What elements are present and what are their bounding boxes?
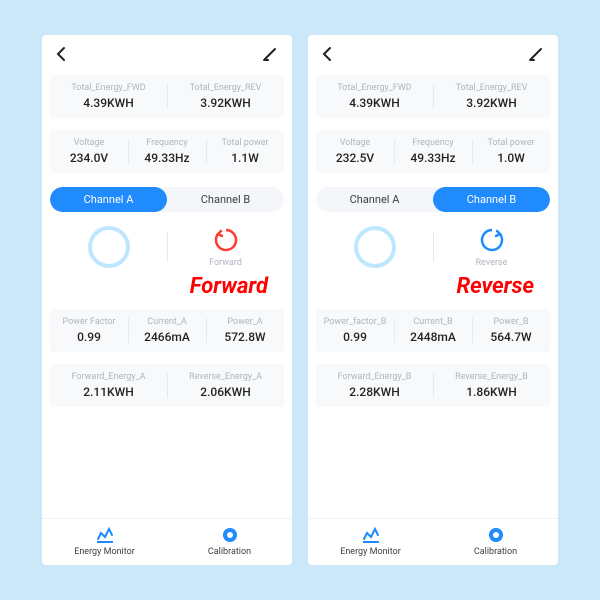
calibration-icon bbox=[220, 525, 240, 545]
reverse-arc-icon bbox=[478, 226, 506, 254]
channel-tabs: Channel A Channel B bbox=[50, 187, 284, 212]
current: Current_A 2466mA bbox=[128, 309, 206, 352]
tab-channel-a[interactable]: Channel A bbox=[50, 187, 167, 212]
back-icon[interactable] bbox=[54, 46, 70, 62]
nav-calibration[interactable]: Calibration bbox=[167, 525, 292, 557]
channel-stats-row: Power Factor 0.99 Current_A 2466mA Power… bbox=[50, 309, 284, 352]
stats-row: Voltage 234.0V Frequency 49.33Hz Total p… bbox=[50, 130, 284, 173]
forward-energy: Forward_Energy_A 2.11KWH bbox=[50, 364, 167, 407]
big-direction-label: Reverse bbox=[308, 274, 558, 301]
nav-label: Energy Monitor bbox=[340, 547, 401, 557]
power-factor: Power_factor_B 0.99 bbox=[316, 309, 394, 352]
big-direction-label: Forward bbox=[42, 274, 292, 301]
power: Power_B 564.7W bbox=[472, 309, 550, 352]
direction-label: Forward bbox=[209, 258, 242, 268]
voltage: Voltage 234.0V bbox=[50, 130, 128, 173]
current: Current_B 2448mA bbox=[394, 309, 472, 352]
value: 4.39KWH bbox=[54, 96, 163, 110]
label: Total_Energy_REV bbox=[171, 83, 280, 93]
channel-tabs: Channel A Channel B bbox=[316, 187, 550, 212]
tab-channel-b[interactable]: Channel B bbox=[433, 187, 550, 212]
channel-toggle[interactable] bbox=[316, 222, 433, 272]
total-energy-rev: Total_Energy_REV 3.92KWH bbox=[167, 75, 284, 118]
back-icon[interactable] bbox=[320, 46, 336, 62]
phone-reverse: Total_Energy_FWD 4.39KWH Total_Energy_RE… bbox=[308, 35, 558, 565]
power: Power_A 572.8W bbox=[206, 309, 284, 352]
topbar bbox=[308, 35, 558, 69]
total-power: Total power 1.1W bbox=[206, 130, 284, 173]
edit-icon[interactable] bbox=[262, 45, 280, 63]
voltage: Voltage 232.5V bbox=[316, 130, 394, 173]
reverse-energy: Reverse_Energy_A 2.06KWH bbox=[167, 364, 284, 407]
frequency: Frequency 49.33Hz bbox=[394, 130, 472, 173]
calibration-icon bbox=[486, 525, 506, 545]
direction-indicator: Forward bbox=[167, 222, 284, 272]
energy-monitor-icon bbox=[361, 525, 381, 545]
direction-indicator: Reverse bbox=[433, 222, 550, 272]
bottom-nav: Energy Monitor Calibration bbox=[42, 518, 292, 565]
total-energy-fwd: Total_Energy_FWD 4.39KWH bbox=[316, 75, 433, 118]
channel-stats-row: Power_factor_B 0.99 Current_B 2448mA Pow… bbox=[316, 309, 550, 352]
channel-energy-row: Forward_Energy_A 2.11KWH Reverse_Energy_… bbox=[50, 364, 284, 407]
forward-energy: Forward_Energy_B 2.28KWH bbox=[316, 364, 433, 407]
bottom-nav: Energy Monitor Calibration bbox=[308, 518, 558, 565]
reverse-energy: Reverse_Energy_B 1.86KWH bbox=[433, 364, 550, 407]
frequency: Frequency 49.33Hz bbox=[128, 130, 206, 173]
nav-label: Calibration bbox=[474, 547, 517, 557]
topbar bbox=[42, 35, 292, 69]
ring-icon bbox=[354, 226, 396, 268]
stats-row: Voltage 232.5V Frequency 49.33Hz Total p… bbox=[316, 130, 550, 173]
direction-row: Reverse bbox=[316, 222, 550, 272]
label: Total_Energy_FWD bbox=[54, 83, 163, 93]
value: 3.92KWH bbox=[171, 96, 280, 110]
tab-channel-b[interactable]: Channel B bbox=[167, 187, 284, 212]
totals-row: Total_Energy_FWD 4.39KWH Total_Energy_RE… bbox=[316, 75, 550, 118]
nav-energy-monitor[interactable]: Energy Monitor bbox=[42, 525, 167, 557]
totals-row: Total_Energy_FWD 4.39KWH Total_Energy_RE… bbox=[50, 75, 284, 118]
total-energy-fwd: Total_Energy_FWD 4.39KWH bbox=[50, 75, 167, 118]
nav-label: Calibration bbox=[208, 547, 251, 557]
tab-channel-a[interactable]: Channel A bbox=[316, 187, 433, 212]
edit-icon[interactable] bbox=[528, 45, 546, 63]
direction-row: Forward bbox=[50, 222, 284, 272]
nav-calibration[interactable]: Calibration bbox=[433, 525, 558, 557]
channel-toggle[interactable] bbox=[50, 222, 167, 272]
energy-monitor-icon bbox=[95, 525, 115, 545]
forward-arc-icon bbox=[212, 226, 240, 254]
nav-label: Energy Monitor bbox=[74, 547, 135, 557]
power-factor: Power Factor 0.99 bbox=[50, 309, 128, 352]
total-energy-rev: Total_Energy_REV 3.92KWH bbox=[433, 75, 550, 118]
channel-energy-row: Forward_Energy_B 2.28KWH Reverse_Energy_… bbox=[316, 364, 550, 407]
phone-forward: Total_Energy_FWD 4.39KWH Total_Energy_RE… bbox=[42, 35, 292, 565]
direction-label: Reverse bbox=[476, 258, 508, 268]
ring-icon bbox=[88, 226, 130, 268]
total-power: Total power 1.0W bbox=[472, 130, 550, 173]
nav-energy-monitor[interactable]: Energy Monitor bbox=[308, 525, 433, 557]
